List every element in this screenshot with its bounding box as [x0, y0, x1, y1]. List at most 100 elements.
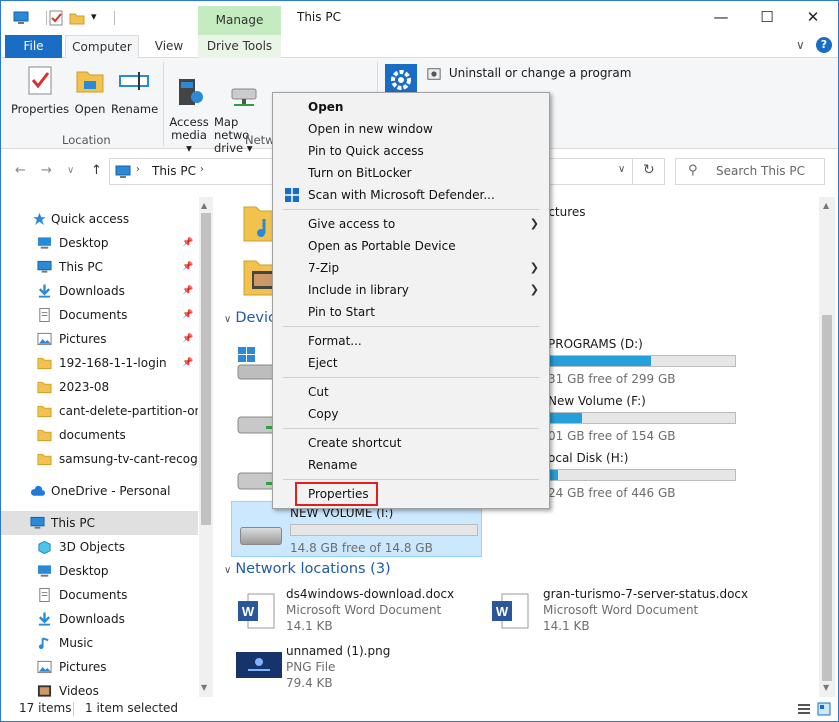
menu-item-copy[interactable]: Copy: [275, 403, 547, 425]
folder-icon: [37, 357, 52, 370]
manage-tab[interactable]: Manage: [198, 6, 281, 35]
star-icon: [33, 212, 46, 226]
menu-item-eject[interactable]: Eject: [275, 352, 547, 374]
media-icon: [179, 79, 203, 105]
nav-item[interactable]: 2023-08: [1, 375, 198, 399]
nav-pc-item[interactable]: Videos: [1, 679, 198, 697]
maximize-button[interactable]: ☐: [744, 1, 790, 35]
scroll-up-icon[interactable]: ▲: [201, 201, 207, 210]
menu-item-include-in-library[interactable]: Include in library ❯: [275, 279, 547, 301]
nav-item[interactable]: This PC 📌: [1, 255, 198, 279]
access-media-button[interactable]: Access media ▾: [167, 64, 211, 155]
network-group-label: Netw: [245, 133, 275, 147]
bar-sep-icon: [114, 11, 115, 25]
qat-dropdown-icon[interactable]: ▾: [91, 10, 97, 23]
nav-label: OneDrive - Personal: [51, 484, 171, 498]
minimize-button[interactable]: —: [698, 1, 744, 35]
scroll-up-icon[interactable]: ▲: [823, 201, 829, 210]
nav-pc-item[interactable]: Pictures: [1, 655, 198, 679]
nav-pc-item[interactable]: Downloads: [1, 607, 198, 631]
nav-label: cant-delete-partition-on-s: [59, 404, 198, 418]
menu-item-cut[interactable]: Cut: [275, 381, 547, 403]
new-folder-qat-icon[interactable]: [69, 10, 85, 26]
nav-item[interactable]: 192-168-1-1-login 📌: [1, 351, 198, 375]
file-name: ds4windows-download.docx: [286, 587, 455, 601]
help-icon[interactable]: ?: [816, 37, 832, 53]
pc-icon: [37, 260, 52, 273]
forward-icon[interactable]: →: [41, 163, 52, 178]
breadcrumb-this-pc[interactable]: This PC: [152, 164, 196, 178]
pictures-folder-label[interactable]: ictures: [545, 205, 586, 219]
drive-usage-bar: [548, 469, 736, 481]
menu-item-rename[interactable]: Rename: [275, 454, 547, 476]
recent-dropdown-icon[interactable]: ∨: [67, 165, 74, 176]
file-unnamed-png[interactable]: unnamed (1).png PNG File 79.4 KB: [236, 644, 486, 694]
open-label: Open: [74, 102, 106, 116]
file-gran-turismo[interactable]: W gran-turismo-7-server-status.docx Micr…: [490, 587, 810, 637]
network-section-header[interactable]: ∨ Network locations (3): [224, 561, 391, 577]
nav-scrollbar[interactable]: ▲ ▼: [199, 197, 213, 697]
file-size: 79.4 KB: [286, 676, 333, 690]
nav-quick-access[interactable]: Quick access: [1, 207, 198, 231]
nav-scroll-thumb[interactable]: [201, 213, 211, 525]
tab-view[interactable]: View: [143, 35, 195, 58]
content-scroll-thumb[interactable]: [822, 315, 832, 681]
menu-item-create-shortcut[interactable]: Create shortcut: [275, 432, 547, 454]
nav-this-pc[interactable]: This PC: [1, 511, 198, 535]
menu-item-open[interactable]: Open: [275, 96, 547, 118]
nav-onedrive[interactable]: OneDrive - Personal: [1, 479, 198, 503]
content-scrollbar[interactable]: ▲ ▼: [819, 197, 835, 697]
breadcrumb-chevron-icon[interactable]: ›: [200, 164, 204, 175]
menu-item-7-zip[interactable]: 7-Zip ❯: [275, 257, 547, 279]
scroll-down-icon[interactable]: ▼: [201, 683, 207, 692]
back-icon[interactable]: ←: [15, 163, 26, 178]
tab-file[interactable]: File: [5, 35, 62, 58]
menu-item-open-in-new-window[interactable]: Open in new window: [275, 118, 547, 140]
file-ds4windows[interactable]: W ds4windows-download.docx Microsoft Wor…: [236, 587, 486, 637]
up-icon[interactable]: ↑: [91, 163, 102, 178]
tab-drive-tools[interactable]: Drive Tools: [198, 35, 281, 58]
breadcrumb-chevron-icon[interactable]: ›: [136, 164, 140, 175]
nav-pc-item[interactable]: Desktop: [1, 559, 198, 583]
menu-item-pin-to-start[interactable]: Pin to Start: [275, 301, 547, 323]
open-ribbon-button[interactable]: Open: [71, 64, 109, 116]
nav-item[interactable]: Desktop 📌: [1, 231, 198, 255]
menu-separator: [283, 326, 539, 327]
nav-item[interactable]: Pictures 📌: [1, 327, 198, 351]
nav-item[interactable]: cant-delete-partition-on-s: [1, 399, 198, 423]
nav-label: Desktop: [59, 564, 109, 578]
search-box[interactable]: ⚲ Search This PC: [675, 158, 825, 185]
tiles-view-icon[interactable]: [817, 702, 831, 716]
rename-ribbon-button[interactable]: Rename: [111, 64, 158, 116]
pc-icon[interactable]: [13, 10, 29, 26]
nav-pc-item[interactable]: Documents: [1, 583, 198, 607]
close-button[interactable]: ✕: [790, 1, 836, 35]
cube-icon: [38, 540, 51, 554]
tab-computer[interactable]: Computer: [65, 35, 139, 59]
menu-item-format[interactable]: Format...: [275, 330, 547, 352]
nav-item[interactable]: samsung-tv-cant-recogniz: [1, 447, 198, 471]
ribbon-collapse-icon[interactable]: ∨: [796, 38, 805, 52]
menu-item-give-access-to[interactable]: Give access to ❯: [275, 213, 547, 235]
menu-item-label: Open: [308, 100, 344, 114]
music-icon: [38, 637, 49, 650]
details-view-icon[interactable]: [797, 702, 811, 716]
address-dropdown-icon[interactable]: ∨: [618, 164, 625, 175]
nav-pc-item[interactable]: 3D Objects: [1, 535, 198, 559]
drive-free-space: 31 GB free of 299 GB: [548, 372, 676, 386]
nav-item[interactable]: Documents 📌: [1, 303, 198, 327]
uninstall-program-button[interactable]: Uninstall or change a program: [427, 66, 631, 81]
scroll-down-icon[interactable]: ▼: [823, 683, 829, 692]
properties-ribbon-button[interactable]: Properties: [9, 64, 71, 116]
menu-item-open-as-portable-device[interactable]: Open as Portable Device: [275, 235, 547, 257]
menu-item-pin-to-quick-access[interactable]: Pin to Quick access: [275, 140, 547, 162]
refresh-icon[interactable]: ↻: [643, 162, 655, 178]
devices-section-header[interactable]: ∨ Devic: [224, 310, 276, 326]
nav-item[interactable]: Downloads 📌: [1, 279, 198, 303]
nav-pc-item[interactable]: Music: [1, 631, 198, 655]
menu-item-turn-on-bitlocker[interactable]: Turn on BitLocker: [275, 162, 547, 184]
nav-item[interactable]: documents: [1, 423, 198, 447]
properties-qat-icon[interactable]: [48, 10, 64, 26]
menu-item-scan-with-microsoft-defender[interactable]: Scan with Microsoft Defender...: [275, 184, 547, 206]
drive-i-selected[interactable]: NEW VOLUME (I:) 14.8 GB free of 14.8 GB: [231, 501, 482, 557]
